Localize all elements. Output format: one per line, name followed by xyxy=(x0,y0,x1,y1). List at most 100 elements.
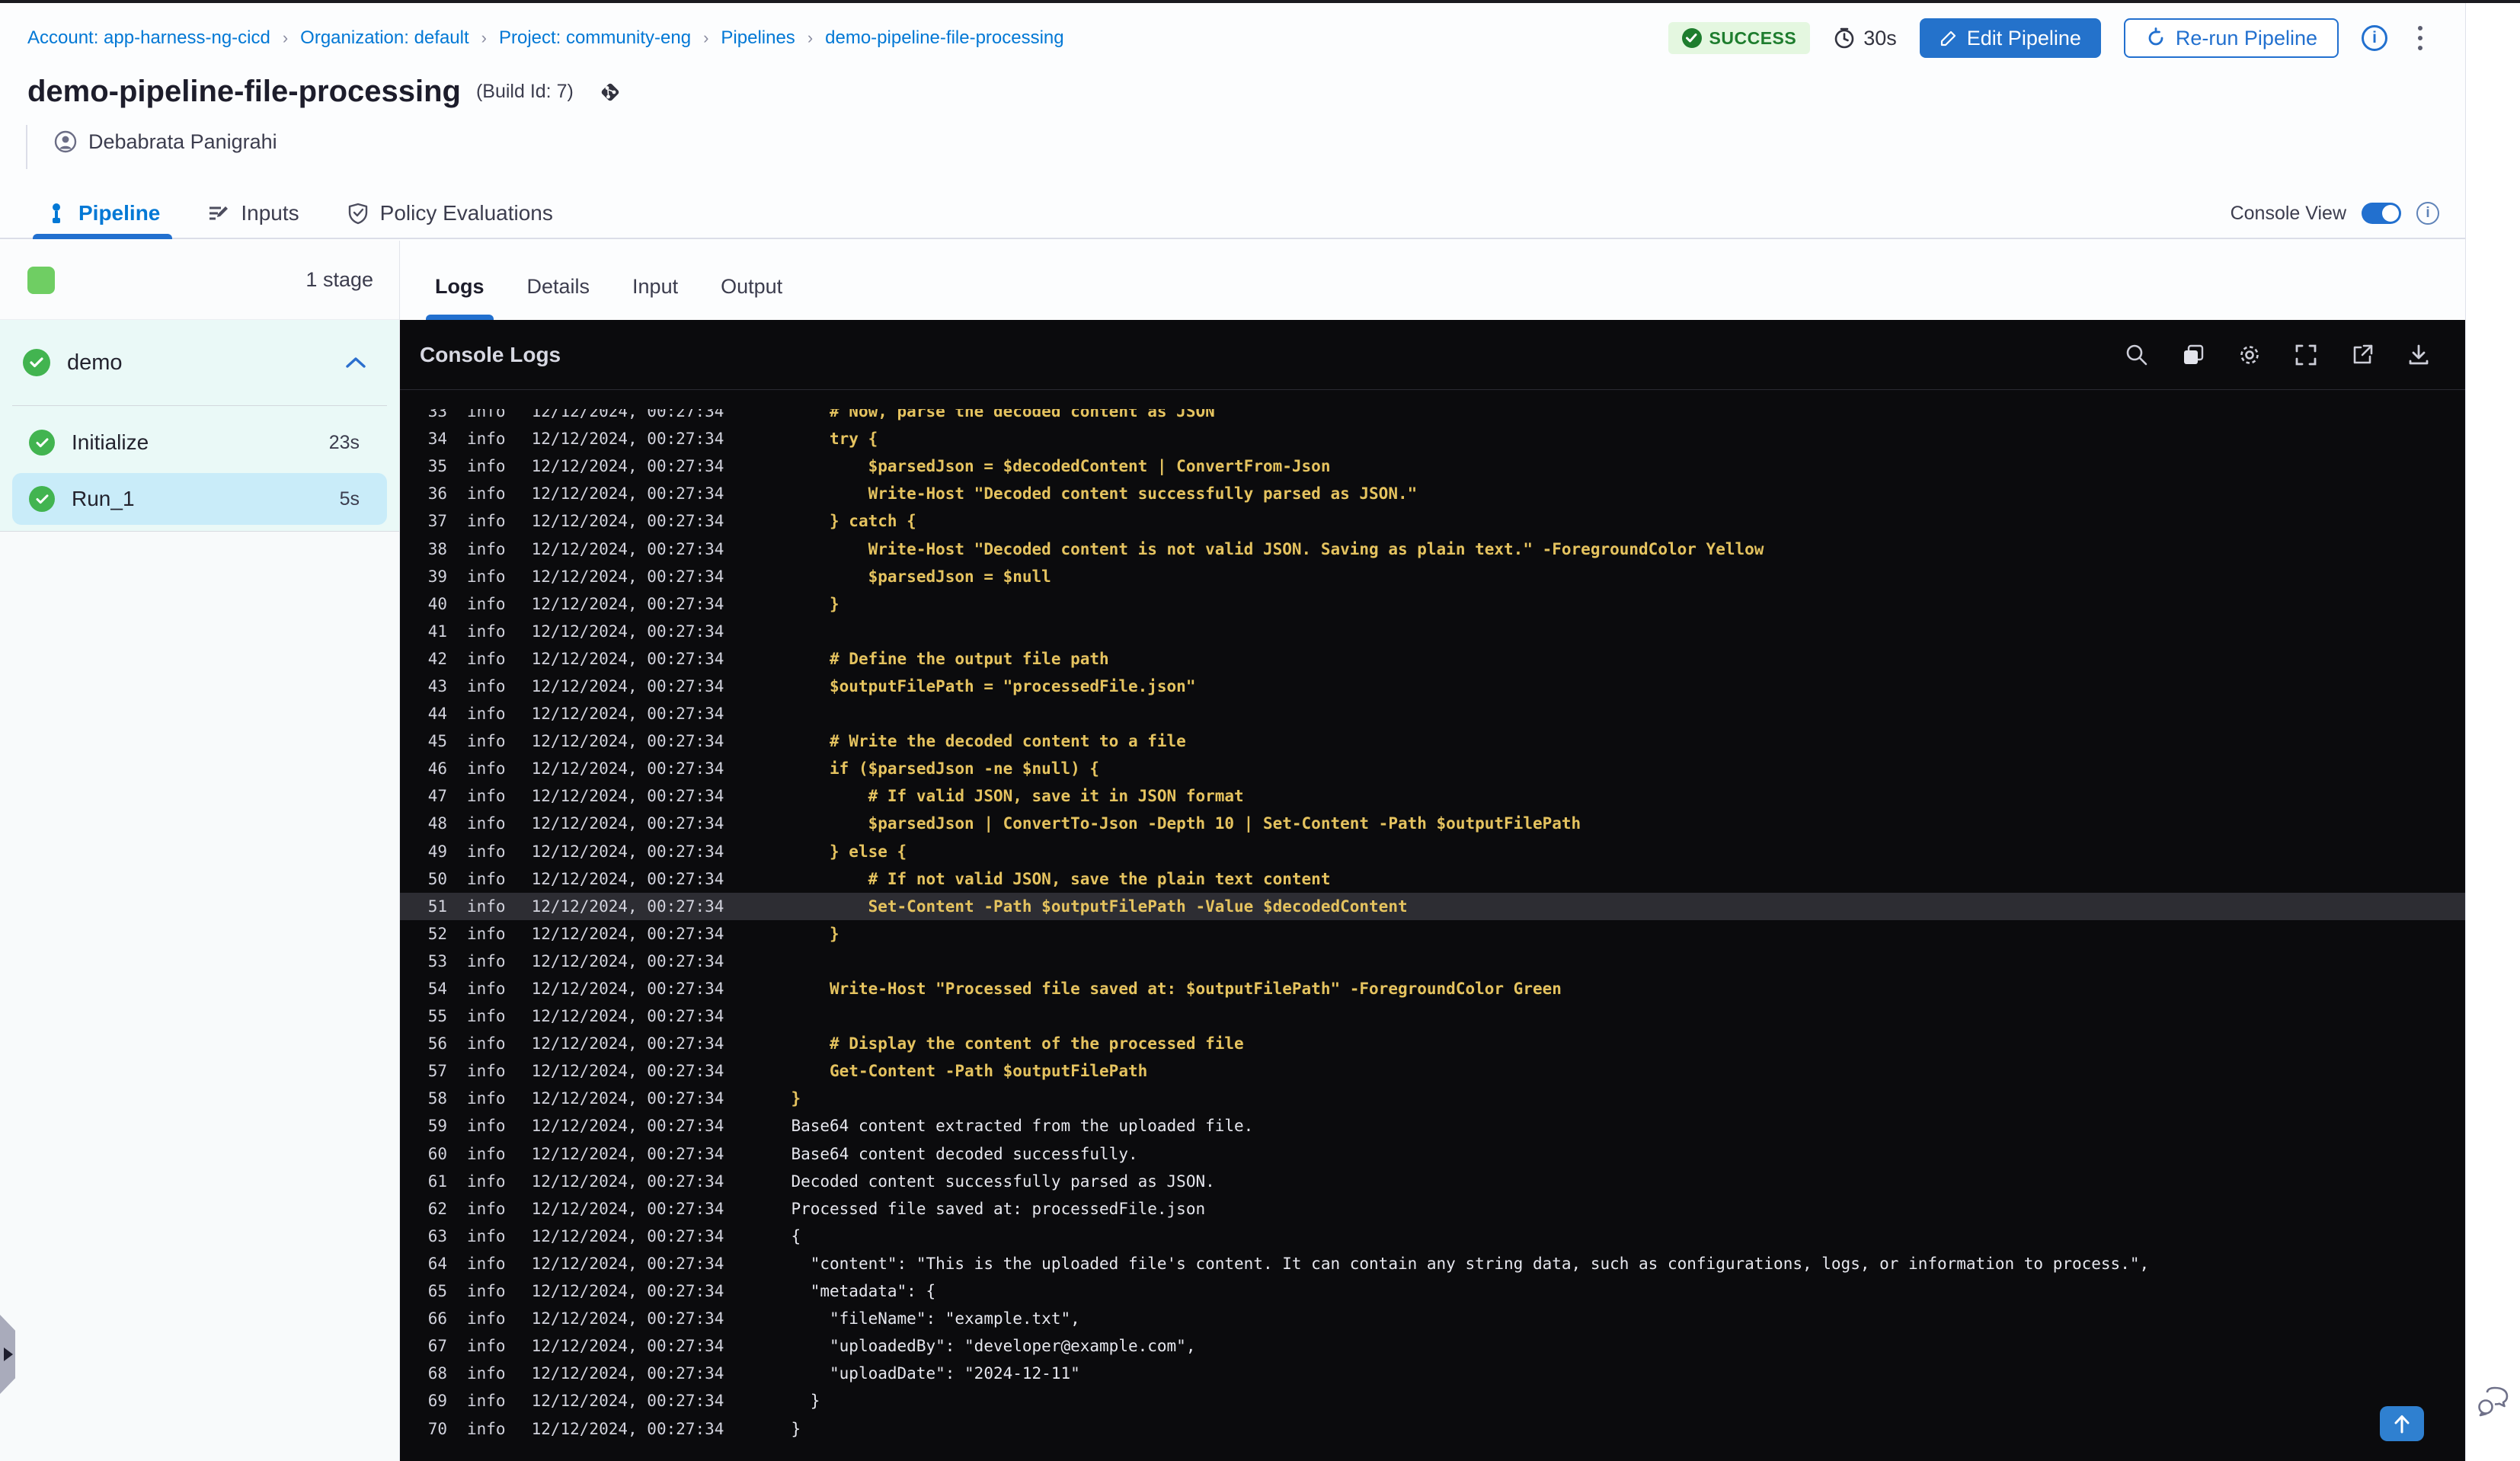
console-header: Console Logs xyxy=(400,320,2465,390)
log-level: info xyxy=(467,897,506,916)
log-message: "content": "This is the uploaded file's … xyxy=(791,1254,2150,1273)
log-message: # If valid JSON, save it in JSON format xyxy=(791,787,1244,806)
download-icon[interactable] xyxy=(2406,342,2432,368)
scroll-to-top-button[interactable] xyxy=(2380,1406,2424,1441)
log-message: if ($parsedJson -ne $null) { xyxy=(791,759,1100,778)
log-message: } xyxy=(791,924,839,943)
breadcrumb-link[interactable]: demo-pipeline-file-processing xyxy=(825,27,1064,49)
log-timestamp: 12/12/2024, 00:27:34 xyxy=(531,787,724,806)
tab-policy-evaluations[interactable]: Policy Evaluations xyxy=(334,189,565,238)
log-message: try { xyxy=(791,430,878,449)
breadcrumb-link[interactable]: Pipelines xyxy=(721,27,795,49)
main-tabs: Pipeline Inputs Policy Evaluations Conso… xyxy=(0,189,2465,239)
tab-pipeline[interactable]: Pipeline xyxy=(33,189,173,239)
success-check-icon xyxy=(1681,28,1702,48)
log-level: info xyxy=(467,732,506,751)
fullscreen-icon[interactable] xyxy=(2293,342,2319,368)
log-level: info xyxy=(467,676,506,695)
log-message: Get-Content -Path $outputFilePath xyxy=(791,1062,1148,1081)
log-row: 50 info 12/12/2024, 00:27:34 # If not vali… xyxy=(400,865,2465,893)
log-timestamp: 12/12/2024, 00:27:34 xyxy=(531,924,724,943)
step-label: Initialize xyxy=(72,430,149,454)
build-id: (Build Id: 7) xyxy=(475,81,574,102)
console-view-toggle[interactable] xyxy=(2362,203,2401,224)
stage-panel: demo Initialize 23s Run_1 5s xyxy=(0,320,399,532)
git-icon xyxy=(595,77,625,107)
open-external-icon[interactable] xyxy=(2349,342,2375,368)
step-row-initialize[interactable]: Initialize 23s xyxy=(12,417,387,468)
rerun-pipeline-button[interactable]: Re-run Pipeline xyxy=(2123,18,2339,58)
chevron-up-icon[interactable] xyxy=(346,356,366,369)
log-message: # Display the content of the processed f… xyxy=(791,1034,1244,1053)
log-timestamp: 12/12/2024, 00:27:34 xyxy=(531,980,724,999)
console-view-label: Console View xyxy=(2230,202,2346,224)
log-row: 60 info 12/12/2024, 00:27:34 Base64 content… xyxy=(400,1140,2465,1168)
console-view-control: Console View i xyxy=(2231,202,2465,225)
log-line-number: 67 xyxy=(427,1337,447,1356)
status-badge: SUCCESS xyxy=(1668,22,1811,54)
duration-text: 30s xyxy=(1863,26,1897,50)
log-level: info xyxy=(467,649,506,668)
step-label: Run_1 xyxy=(72,487,135,510)
log-timestamp: 12/12/2024, 00:27:34 xyxy=(531,1392,724,1411)
log-line-number: 37 xyxy=(427,512,447,531)
log-message: { xyxy=(791,1226,801,1245)
console-tab-input[interactable]: Input xyxy=(629,275,681,320)
log-timestamp: 12/12/2024, 00:27:34 xyxy=(531,897,724,916)
log-line-number: 46 xyxy=(427,759,447,778)
info-icon[interactable]: i xyxy=(2362,25,2387,51)
log-message: "uploadDate": "2024-12-11" xyxy=(791,1364,1080,1383)
log-level: info xyxy=(467,951,506,970)
help-chat-icon[interactable] xyxy=(2477,1386,2510,1418)
tab-inputs[interactable]: Inputs xyxy=(195,189,311,238)
log-timestamp: 12/12/2024, 00:27:34 xyxy=(531,1144,724,1163)
copy-icon[interactable] xyxy=(2180,342,2206,368)
edit-pipeline-button[interactable]: Edit Pipeline xyxy=(1919,18,2101,58)
log-level: info xyxy=(467,1254,506,1273)
log-message: $parsedJson = $null xyxy=(791,567,1051,586)
log-message: Base64 content decoded successfully. xyxy=(791,1144,1138,1163)
top-actions: SUCCESS 30s Edit Pipeline Re-run Pipelin… xyxy=(1668,18,2430,58)
log-level: info xyxy=(467,1172,506,1191)
log-message: "uploadedBy": "developer@example.com", xyxy=(791,1337,1196,1356)
breadcrumb-link[interactable]: Organization: default xyxy=(300,27,469,49)
step-row-run-1[interactable]: Run_1 5s xyxy=(12,473,387,525)
log-line-number: 36 xyxy=(427,484,447,504)
tab-policy-evaluations-label: Policy Evaluations xyxy=(379,201,553,225)
author-row: Debabrata Panigrahi xyxy=(53,129,277,154)
settings-gear-icon[interactable] xyxy=(2237,342,2263,368)
stage-status-square xyxy=(27,266,55,294)
log-level: info xyxy=(467,814,506,833)
console-tab-logs[interactable]: Logs xyxy=(426,275,493,320)
kebab-menu-icon[interactable] xyxy=(2410,21,2430,55)
log-viewport[interactable]: 33 info 12/12/2024, 00:27:34 # Now, parse … xyxy=(400,409,2465,1461)
log-timestamp: 12/12/2024, 00:27:34 xyxy=(531,430,724,449)
log-timestamp: 12/12/2024, 00:27:34 xyxy=(531,1007,724,1026)
log-timestamp: 12/12/2024, 00:27:34 xyxy=(531,1282,724,1301)
log-level: info xyxy=(467,1117,506,1136)
log-line-number: 65 xyxy=(427,1282,447,1301)
title-row: demo-pipeline-file-processing (Build Id:… xyxy=(27,75,625,109)
console-tab-output[interactable]: Output xyxy=(718,275,785,320)
stage-demo[interactable]: demo xyxy=(0,320,399,405)
log-level: info xyxy=(467,1089,506,1108)
console-tab-details[interactable]: Details xyxy=(524,275,593,320)
log-message: $outputFilePath = "processedFile.json" xyxy=(791,676,1196,695)
search-icon[interactable] xyxy=(2124,342,2150,368)
log-message: Processed file saved at: processedFile.j… xyxy=(791,1199,1206,1218)
log-line-number: 43 xyxy=(427,676,447,695)
breadcrumb-link[interactable]: Project: community-eng xyxy=(499,27,691,49)
log-row: 42 info 12/12/2024, 00:27:34 # Define the … xyxy=(400,645,2465,673)
log-row: 51 info 12/12/2024, 00:27:34 Set-Content -… xyxy=(400,892,2465,920)
log-line-number: 51 xyxy=(427,897,447,916)
log-row: 68 info 12/12/2024, 00:27:34 "uploadDate":… xyxy=(400,1360,2465,1387)
log-message: "fileName": "example.txt", xyxy=(791,1309,1080,1328)
console-view-info-icon[interactable]: i xyxy=(2416,202,2439,225)
log-line-number: 45 xyxy=(427,732,447,751)
log-level: info xyxy=(467,1282,506,1301)
breadcrumb-link[interactable]: Account: app-harness-ng-cicd xyxy=(27,27,270,49)
log-level: info xyxy=(467,1309,506,1328)
log-timestamp: 12/12/2024, 00:27:34 xyxy=(531,705,724,724)
log-level: info xyxy=(467,705,506,724)
step-duration: 5s xyxy=(339,488,360,510)
